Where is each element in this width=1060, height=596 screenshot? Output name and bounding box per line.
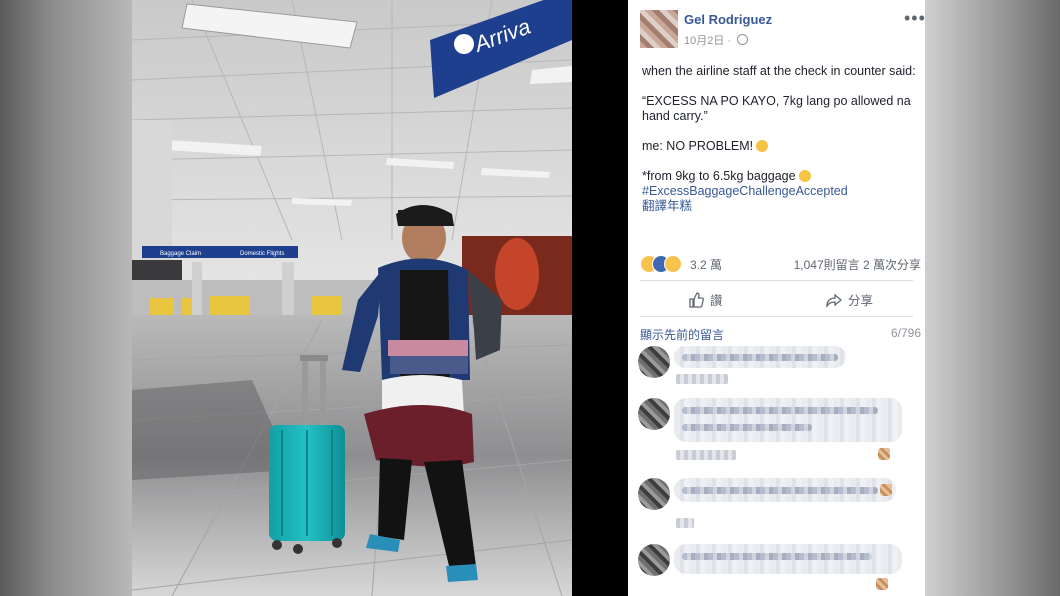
blurred-text (682, 553, 872, 560)
emoji-blurred-icon (880, 484, 892, 496)
reaction-count[interactable]: 3.2 萬 (690, 256, 722, 273)
share-icon (826, 293, 843, 309)
share-label: 分享 (848, 294, 874, 308)
more-horizontal-icon[interactable]: ••• (904, 8, 925, 29)
comment-actions-blurred (676, 450, 736, 460)
like-label: 讚 (710, 294, 723, 308)
post-meta: 10月2日 · (684, 32, 749, 48)
comment-bubble (674, 346, 846, 368)
post-body: when the airline staff at the check in c… (642, 64, 922, 214)
small-sign-left: Baggage Claim (160, 251, 201, 257)
post-text-line: when the airline staff at the check in c… (642, 64, 916, 78)
post-text-line: me: NO PROBLEM! (642, 139, 922, 154)
comment-bubble (674, 544, 902, 574)
comment-bubble (674, 478, 896, 502)
commenter-avatar[interactable] (638, 478, 670, 510)
thumbs-up-icon (689, 292, 704, 308)
post-panel: Gel Rodriguez 10月2日 · ••• when the airli… (628, 0, 925, 596)
laughing-emoji-icon (756, 140, 769, 152)
author-avatar[interactable] (640, 10, 678, 48)
post-text-line: *from 9kg to 6.5kg baggage (642, 169, 922, 184)
hashtag-link[interactable]: #ExcessBaggageChallengeAccepted (642, 184, 922, 199)
wow-reaction-icon (664, 255, 682, 273)
reaction-blurred-icon (876, 578, 888, 590)
post-text-quote: “EXCESS NA PO KAYO, 7kg lang po allowed … (642, 94, 911, 123)
divider (640, 316, 913, 317)
commenter-avatar[interactable] (638, 346, 670, 378)
comment-actions-blurred (676, 374, 728, 384)
blurred-text (682, 487, 878, 494)
show-previous-comments-link[interactable]: 顯示先前的留言 (640, 326, 724, 343)
blurred-text (682, 407, 878, 414)
translate-link[interactable]: 翻譯年糕 (642, 199, 922, 214)
comment-actions-blurred (676, 518, 694, 528)
author-name[interactable]: Gel Rodriguez (684, 12, 772, 27)
like-button[interactable]: 讚 (688, 290, 723, 309)
commenter-avatar[interactable] (638, 398, 670, 430)
meta-separator: · (727, 35, 732, 47)
post-stats: 1,047則留言 2 萬次分享 (794, 256, 921, 273)
comment-counter: 6/796 (890, 326, 921, 340)
airport-scene: Arriva Baggage Claim Domestic Flights (132, 0, 572, 596)
blurred-text (682, 424, 812, 431)
grinning-emoji-icon (798, 170, 811, 182)
share-button[interactable]: 分享 (826, 290, 873, 309)
small-sign-right: Domestic Flights (240, 251, 284, 257)
post-date[interactable]: 10月2日 (684, 35, 724, 47)
comment-bubble (674, 398, 902, 442)
globe-icon (737, 34, 749, 45)
photo-viewer-gap (572, 0, 628, 596)
divider (640, 280, 913, 281)
commenter-avatar[interactable] (638, 544, 670, 576)
comment-count[interactable]: 1,047則留言 (794, 258, 860, 272)
share-count[interactable]: 2 萬次分享 (863, 258, 921, 272)
post-text-span: *from 9kg to 6.5kg baggage (642, 169, 796, 183)
blurred-background-right (925, 0, 1060, 596)
post-text-span: me: NO PROBLEM! (642, 139, 754, 153)
blurred-background-left (0, 0, 132, 596)
blurred-text (682, 354, 838, 361)
reaction-blurred-icon (878, 448, 890, 460)
post-photo[interactable]: Arriva Baggage Claim Domestic Flights (132, 0, 572, 596)
